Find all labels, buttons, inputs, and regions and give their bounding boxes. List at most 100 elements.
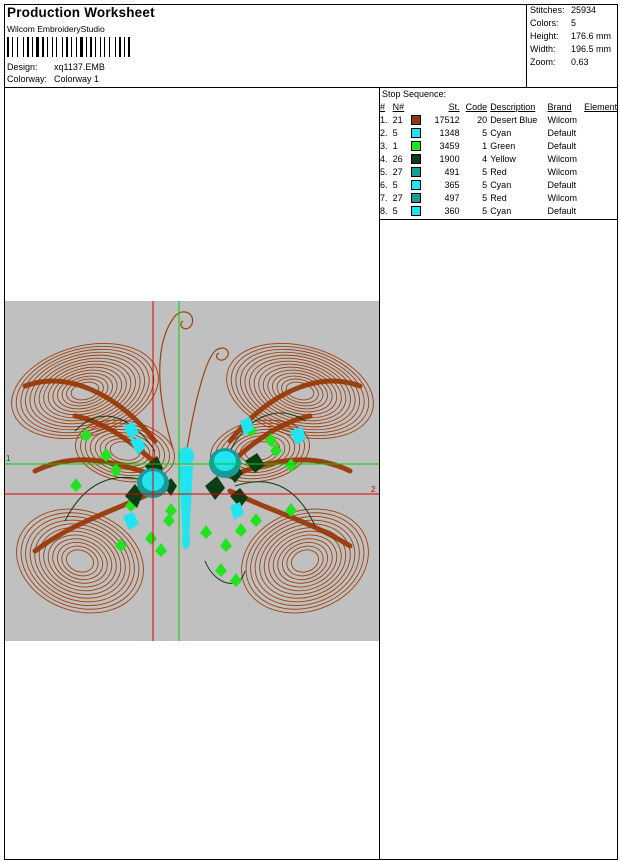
row-swatch: [408, 126, 424, 139]
col-header-element: Element: [584, 101, 618, 112]
row-element: [584, 152, 620, 165]
color-swatch: [411, 127, 422, 138]
page-title: Production Worksheet: [7, 5, 155, 20]
color-swatch: [411, 192, 422, 203]
stats-divider: [526, 4, 527, 87]
row-description: Yellow: [490, 153, 516, 164]
axis-label-1: 1: [6, 454, 11, 463]
row-brand: Wilcom: [547, 114, 578, 125]
design-label: Design:: [7, 62, 38, 72]
row-swatch: [408, 113, 424, 126]
colorway-value: Colorway 1: [54, 74, 100, 84]
row-swatch: [408, 204, 424, 217]
row-stitches: 3459: [439, 140, 460, 151]
row-stitches: 497: [444, 192, 460, 203]
height-label: Height:: [530, 31, 559, 41]
row-stitches: 17512: [434, 114, 460, 125]
stop-sequence-row: 3. 1 3459 1 Green Default: [380, 139, 620, 152]
row-element: [584, 165, 620, 178]
row-swatch: [408, 191, 424, 204]
design-value: xq1137.EMB: [54, 62, 105, 72]
row-index: 2.: [380, 127, 388, 138]
stop-sequence-row: 2. 5 1348 5 Cyan Default: [380, 126, 620, 139]
stop-sequence-row: 7. 27 497 5 Red Wilcom: [380, 191, 620, 204]
row-index: 8.: [380, 205, 388, 216]
axis-label-2: 2: [371, 485, 376, 494]
colors-value: 5: [571, 18, 577, 28]
row-description: Cyan: [490, 127, 512, 138]
row-index: 5.: [380, 166, 388, 177]
row-stitches: 491: [444, 166, 460, 177]
header-divider: [4, 87, 618, 88]
zoom-label: Zoom:: [530, 57, 556, 67]
row-code: 1: [482, 140, 488, 151]
stop-sequence-row: 6. 5 365 5 Cyan Default: [380, 178, 620, 191]
stop-sequence-row: 1. 21 17512 20 Desert Blue Wilcom: [380, 113, 620, 126]
row-code: 4: [482, 153, 488, 164]
row-swatch: [408, 178, 424, 191]
color-swatch: [411, 114, 422, 125]
row-needle: 21: [392, 114, 403, 125]
row-element: [584, 178, 620, 191]
design-preview: 1 2: [5, 301, 379, 641]
col-header-swatch: [408, 100, 424, 113]
row-brand: Default: [547, 140, 577, 151]
row-description: Cyan: [490, 205, 512, 216]
width-label: Width:: [530, 44, 556, 54]
row-description: Red: [490, 192, 507, 203]
row-needle: 27: [392, 166, 403, 177]
row-index: 6.: [380, 179, 388, 190]
color-swatch: [411, 153, 422, 164]
row-stitches: 1348: [439, 127, 460, 138]
butterfly-design-image: 1 2: [5, 301, 379, 641]
col-header-index: #: [380, 101, 386, 112]
stop-sequence-row: 8. 5 360 5 Cyan Default: [380, 204, 620, 217]
stop-sequence-bottom-border: [379, 219, 618, 220]
row-swatch: [408, 152, 424, 165]
row-needle: 1: [392, 140, 398, 151]
color-swatch: [411, 205, 422, 216]
height-value: 176.6 mm: [571, 31, 612, 41]
row-index: 3.: [380, 140, 388, 151]
row-stitches: 1900: [439, 153, 460, 164]
row-index: 1.: [380, 114, 388, 125]
color-swatch: [411, 166, 422, 177]
row-description: Desert Blue: [490, 114, 538, 125]
stop-sequence-row: 4. 26 1900 4 Yellow Wilcom: [380, 152, 620, 165]
row-element: [584, 191, 620, 204]
row-stitches: 365: [444, 179, 460, 190]
row-description: Red: [490, 166, 507, 177]
row-needle: 26: [392, 153, 403, 164]
row-swatch: [408, 139, 424, 152]
stitches-value: 25934: [571, 5, 597, 15]
row-description: Green: [490, 140, 516, 151]
row-code: 5: [482, 166, 488, 177]
color-swatch: [411, 140, 422, 151]
zoom-value: 0.63: [571, 57, 589, 67]
colors-label: Colors:: [530, 18, 559, 28]
row-element: [584, 139, 620, 152]
row-needle: 5: [392, 127, 398, 138]
row-brand: Wilcom: [547, 153, 578, 164]
width-value: 196.5 mm: [571, 44, 612, 54]
stop-sequence-row: 5. 27 491 5 Red Wilcom: [380, 165, 620, 178]
row-swatch: [408, 165, 424, 178]
row-brand: Default: [547, 179, 577, 190]
row-description: Cyan: [490, 179, 512, 190]
colorway-label: Colorway:: [7, 74, 48, 84]
barcode-icon: [7, 37, 130, 57]
row-code: 5: [482, 192, 488, 203]
stop-sequence-header-row: # N# St. Code Description Brand Element: [380, 100, 620, 113]
stop-sequence-title: Stop Sequence:: [382, 89, 447, 99]
col-header-description: Description: [490, 101, 536, 112]
col-header-needle: N#: [392, 101, 405, 112]
row-needle: 5: [392, 205, 398, 216]
row-needle: 5: [392, 179, 398, 190]
row-code: 20: [477, 114, 488, 125]
row-element: [584, 126, 620, 139]
stitches-label: Stitches:: [530, 5, 565, 15]
row-code: 5: [482, 179, 488, 190]
row-brand: Default: [547, 127, 577, 138]
row-index: 7.: [380, 192, 388, 203]
color-swatch: [411, 179, 422, 190]
